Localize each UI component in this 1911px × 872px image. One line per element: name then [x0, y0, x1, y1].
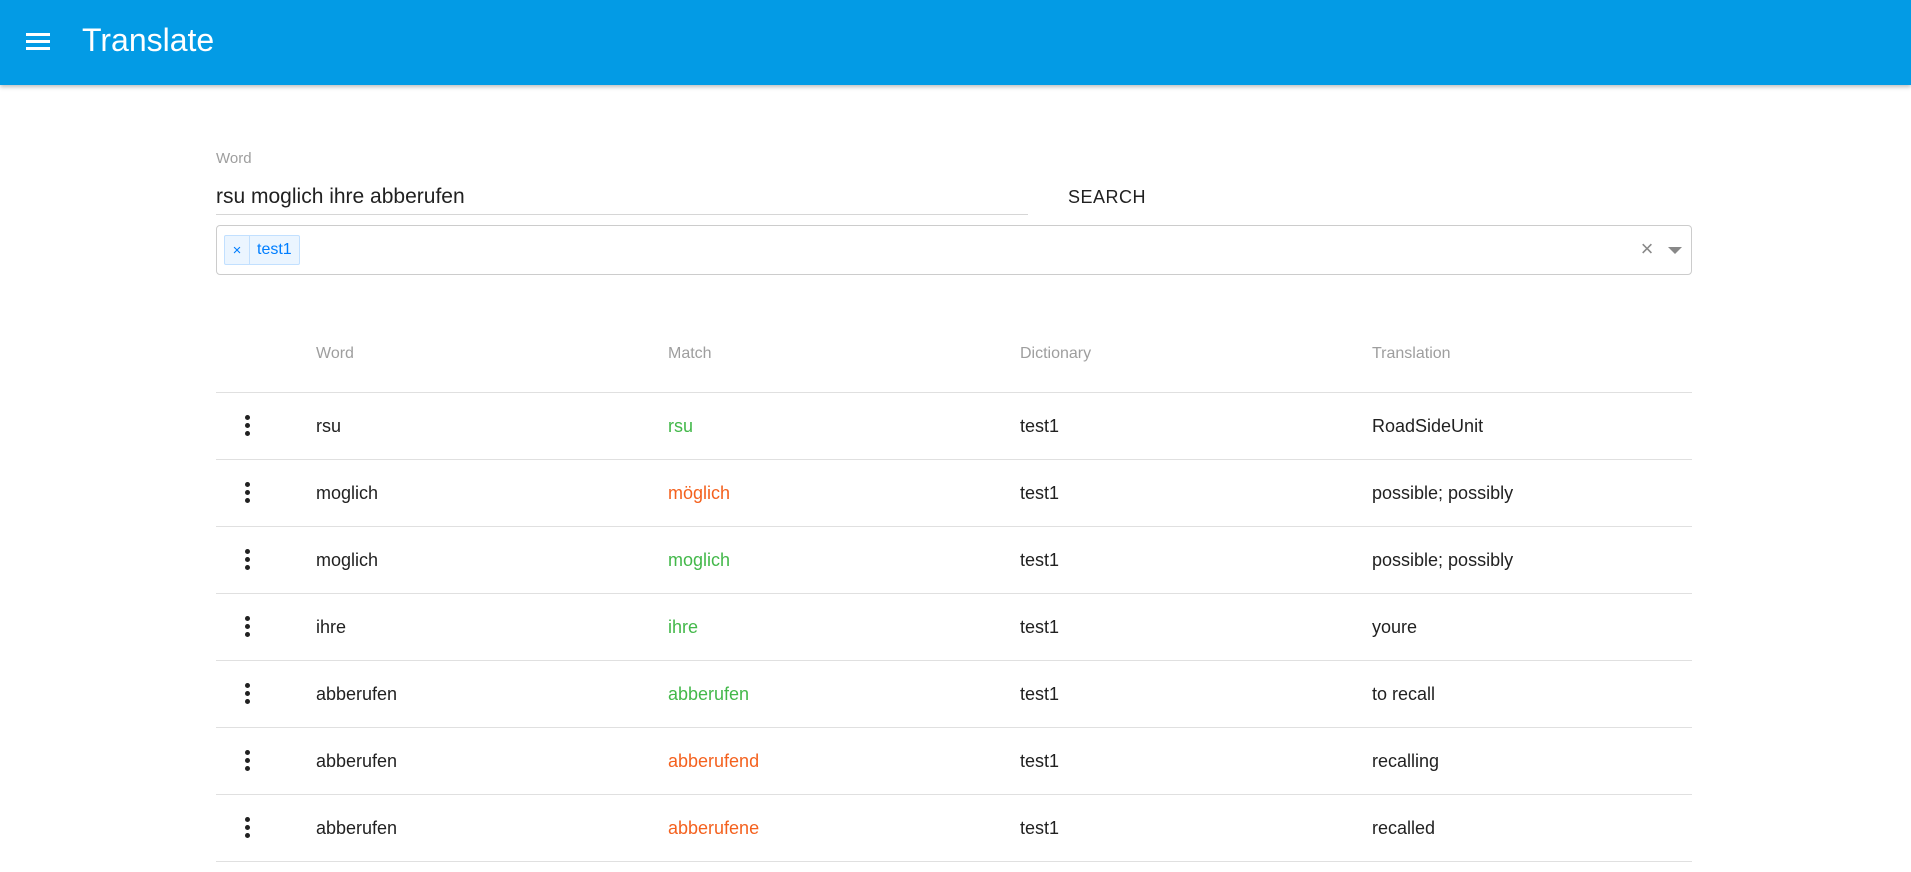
- more-vert-icon[interactable]: [238, 547, 258, 573]
- cell-word: moglich: [316, 482, 379, 503]
- cell-match: rsu: [668, 415, 694, 436]
- word-input[interactable]: [216, 180, 1028, 215]
- more-vert-icon[interactable]: [238, 413, 258, 439]
- table-row: abberufen abberufen test1 to recall: [216, 661, 1692, 728]
- cell-dictionary: test1: [1020, 482, 1060, 503]
- menu-icon[interactable]: [24, 29, 52, 53]
- cell-word: abberufen: [316, 750, 398, 771]
- header-dictionary: Dictionary: [1020, 345, 1092, 362]
- cell-translation: to recall: [1372, 683, 1436, 704]
- cell-word: abberufen: [316, 817, 398, 838]
- clear-icon[interactable]: ×: [1637, 236, 1657, 262]
- cell-translation: youre: [1372, 616, 1418, 637]
- search-button[interactable]: SEARCH: [1052, 180, 1162, 214]
- header-translation: Translation: [1372, 345, 1451, 362]
- cell-word: rsu: [316, 415, 342, 436]
- cell-match: abberufend: [668, 750, 760, 771]
- dictionary-chip: × test1: [224, 235, 300, 265]
- app-bar: Translate: [0, 0, 1911, 85]
- cell-dictionary: test1: [1020, 549, 1060, 570]
- more-vert-icon[interactable]: [238, 480, 258, 506]
- cell-dictionary: test1: [1020, 415, 1060, 436]
- cell-dictionary: test1: [1020, 683, 1060, 704]
- cell-translation: recalling: [1372, 750, 1440, 771]
- cell-translation: possible; possibly: [1372, 549, 1514, 570]
- more-vert-icon[interactable]: [238, 815, 258, 841]
- cell-match: abberufen: [668, 683, 750, 704]
- word-label: Word: [216, 150, 252, 167]
- cell-match: möglich: [668, 482, 731, 503]
- table-row: ihre ihre test1 youre: [216, 594, 1692, 661]
- cell-match: moglich: [668, 549, 731, 570]
- header-match: Match: [668, 345, 712, 362]
- cell-word: moglich: [316, 549, 379, 570]
- chevron-down-icon[interactable]: [1663, 241, 1687, 259]
- table-row: moglich moglich test1 possible; possibly: [216, 527, 1692, 594]
- dictionary-select[interactable]: × test1 ×: [216, 225, 1692, 275]
- cell-dictionary: test1: [1020, 616, 1060, 637]
- table-header: Word Match Dictionary Translation: [216, 323, 1692, 393]
- cell-translation: recalled: [1372, 817, 1436, 838]
- results-table: Word Match Dictionary Translation rsu rs…: [216, 323, 1692, 862]
- table-row: rsu rsu test1 RoadSideUnit: [216, 393, 1692, 460]
- cell-word: ihre: [316, 616, 347, 637]
- chip-remove-icon[interactable]: ×: [225, 236, 250, 264]
- table-row: abberufen abberufend test1 recalling: [216, 728, 1692, 795]
- more-vert-icon[interactable]: [238, 614, 258, 640]
- cell-match: ihre: [668, 616, 699, 637]
- app-title: Translate: [82, 22, 215, 58]
- table-row: abberufen abberufene test1 recalled: [216, 795, 1692, 862]
- table-row: moglich möglich test1 possible; possibly: [216, 460, 1692, 527]
- cell-word: abberufen: [316, 683, 398, 704]
- cell-translation: possible; possibly: [1372, 482, 1514, 503]
- chip-label: test1: [257, 241, 292, 258]
- cell-translation: RoadSideUnit: [1372, 415, 1484, 436]
- more-vert-icon[interactable]: [238, 681, 258, 707]
- header-word: Word: [316, 345, 354, 362]
- cell-dictionary: test1: [1020, 750, 1060, 771]
- cell-match: abberufene: [668, 817, 760, 838]
- cell-dictionary: test1: [1020, 817, 1060, 838]
- more-vert-icon[interactable]: [238, 748, 258, 774]
